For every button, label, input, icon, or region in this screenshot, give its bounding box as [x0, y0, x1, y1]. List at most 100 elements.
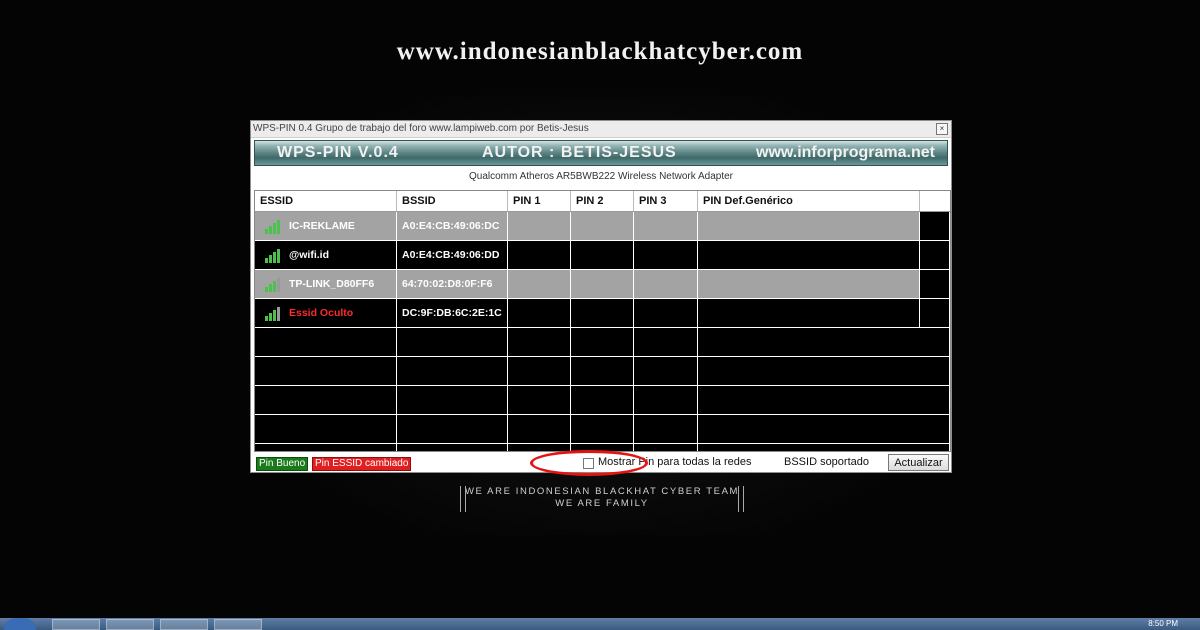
close-icon[interactable]: ×: [936, 123, 948, 135]
essid-value: IC-REKLAME: [289, 220, 355, 232]
table-header: ESSID BSSID PIN 1 PIN 2 PIN 3 PIN Def.Ge…: [255, 191, 950, 212]
pin-changed-legend: Pin ESSID cambiado: [312, 457, 412, 471]
empty-cell: [571, 328, 634, 357]
empty-cell: [255, 444, 397, 451]
bssid-supported-label: BSSID soportado: [784, 456, 869, 468]
pin-generic-cell: [698, 270, 920, 299]
table-row[interactable]: Essid Oculto DC:9F:DB:6C:2E:1C: [255, 299, 950, 328]
bssid-cell: A0:E4:CB:49:06:DD: [397, 241, 508, 270]
highlight-circle: [530, 450, 648, 476]
column-header-pin3[interactable]: PIN 3: [634, 191, 698, 211]
adapter-label: Qualcomm Atheros AR5BWB222 Wireless Netw…: [469, 171, 733, 182]
taskbar: 8:50 PM: [0, 618, 1200, 630]
empty-cell: [634, 328, 698, 357]
column-header-essid[interactable]: ESSID: [255, 191, 397, 211]
signal-bars-icon: [265, 305, 283, 321]
empty-cell: [255, 415, 397, 444]
pin3-cell: [634, 241, 698, 270]
table-row: [255, 415, 950, 444]
pin2-cell: [571, 299, 634, 328]
bssid-cell: DC:9F:DB:6C:2E:1C: [397, 299, 508, 328]
empty-cell: [698, 328, 950, 357]
table-row[interactable]: @wifi.id A0:E4:CB:49:06:DD: [255, 241, 950, 270]
empty-cell: [397, 386, 508, 415]
empty-cell: [397, 328, 508, 357]
signal-bars-icon: [265, 276, 283, 292]
taskbar-app-button[interactable]: [52, 619, 100, 630]
column-header-bssid[interactable]: BSSID: [397, 191, 508, 211]
extra-cell: [920, 212, 950, 241]
empty-cell: [255, 357, 397, 386]
empty-cell: [508, 386, 571, 415]
empty-cell: [397, 415, 508, 444]
empty-cell: [255, 386, 397, 415]
pin3-cell: [634, 299, 698, 328]
banner-author: AUTOR : BETIS-JESUS: [482, 144, 677, 161]
empty-cell: [698, 386, 950, 415]
column-header-pin2[interactable]: PIN 2: [571, 191, 634, 211]
start-button[interactable]: [4, 618, 36, 630]
pin3-cell: [634, 212, 698, 241]
empty-cell: [571, 357, 634, 386]
wps-pin-window: WPS-PIN 0.4 Grupo de trabajo del foro ww…: [250, 120, 952, 473]
pin-good-legend: Pin Bueno: [256, 457, 309, 471]
pin1-cell: [508, 241, 571, 270]
pin2-cell: [571, 270, 634, 299]
empty-cell: [508, 328, 571, 357]
empty-cell: [698, 444, 950, 451]
empty-cell: [255, 328, 397, 357]
window-titlebar: WPS-PIN 0.4 Grupo de trabajo del foro ww…: [251, 121, 951, 138]
pin1-cell: [508, 270, 571, 299]
pin2-cell: [571, 212, 634, 241]
empty-cell: [508, 357, 571, 386]
essid-cell: IC-REKLAME: [255, 212, 397, 241]
pin-generic-cell: [698, 299, 920, 328]
table-row: [255, 328, 950, 357]
empty-cell: [571, 415, 634, 444]
app-banner: WPS-PIN V.0.4 AUTOR : BETIS-JESUS www.in…: [254, 140, 948, 166]
empty-cell: [508, 415, 571, 444]
empty-cell: [698, 357, 950, 386]
empty-cell: [634, 444, 698, 451]
taskbar-app-button[interactable]: [106, 619, 154, 630]
networks-table[interactable]: ESSID BSSID PIN 1 PIN 2 PIN 3 PIN Def.Ge…: [254, 190, 951, 452]
table-row: [255, 357, 950, 386]
bssid-cell: 64:70:02:D8:0F:F6: [397, 270, 508, 299]
empty-cell: [634, 386, 698, 415]
essid-value: TP-LINK_D80FF6: [289, 278, 375, 290]
team-line-1: WE ARE INDONESIAN BLACKHAT CYBER TEAM: [464, 486, 740, 497]
empty-cell: [634, 357, 698, 386]
team-signature: WE ARE INDONESIAN BLACKHAT CYBER TEAM WE…: [460, 486, 744, 512]
table-row: [255, 386, 950, 415]
pin3-cell: [634, 270, 698, 299]
column-header-pin-generic[interactable]: PIN Def.Genérico: [698, 191, 920, 211]
empty-cell: [397, 444, 508, 451]
column-header-pin1[interactable]: PIN 1: [508, 191, 571, 211]
table-row[interactable]: IC-REKLAME A0:E4:CB:49:06:DC: [255, 212, 950, 241]
empty-cell: [634, 415, 698, 444]
banner-version: WPS-PIN V.0.4: [277, 144, 399, 161]
essid-cell: Essid Oculto: [255, 299, 397, 328]
window-title: WPS-PIN 0.4 Grupo de trabajo del foro ww…: [253, 123, 589, 134]
taskbar-app-button[interactable]: [214, 619, 262, 630]
pin-generic-cell: [698, 212, 920, 241]
pin-generic-cell: [698, 241, 920, 270]
bssid-cell: A0:E4:CB:49:06:DC: [397, 212, 508, 241]
refresh-button[interactable]: Actualizar: [888, 454, 949, 471]
empty-cell: [571, 386, 634, 415]
extra-cell: [920, 299, 950, 328]
team-line-2: WE ARE FAMILY: [555, 498, 649, 509]
taskbar-clock: 8:50 PM: [1148, 619, 1178, 628]
taskbar-app-button[interactable]: [160, 619, 208, 630]
essid-value: Essid Oculto: [289, 307, 354, 319]
essid-value: @wifi.id: [289, 249, 329, 261]
essid-cell: @wifi.id: [255, 241, 397, 270]
table-row[interactable]: TP-LINK_D80FF6 64:70:02:D8:0F:F6: [255, 270, 950, 299]
empty-cell: [698, 415, 950, 444]
empty-cell: [397, 357, 508, 386]
banner-website: www.inforprograma.net: [756, 144, 935, 161]
signal-bars-icon: [265, 218, 283, 234]
pin1-cell: [508, 299, 571, 328]
pin2-cell: [571, 241, 634, 270]
signal-bars-icon: [265, 247, 283, 263]
